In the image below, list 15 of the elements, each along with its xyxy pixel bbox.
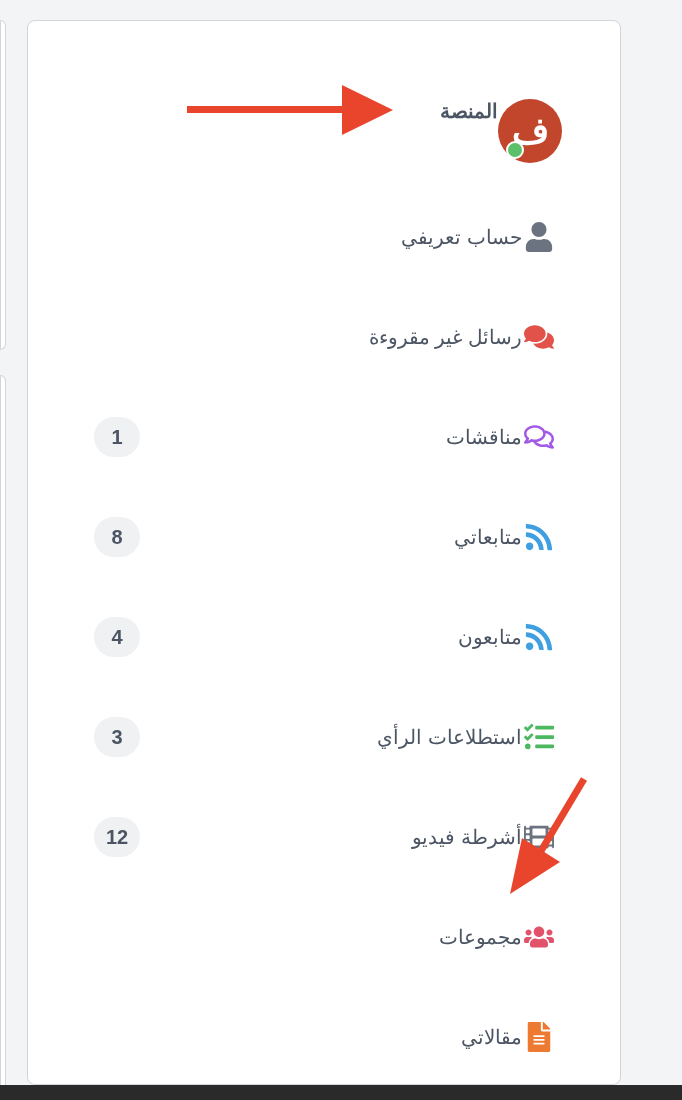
- count-badge: 8: [94, 517, 140, 557]
- count-badge: 12: [94, 817, 141, 857]
- menu-item[interactable]: استطلاعات الرأي: [377, 722, 562, 752]
- menu-item[interactable]: رسائل غير مقروءة: [368, 322, 562, 352]
- menu-item[interactable]: حساب تعريفي: [401, 222, 562, 252]
- menu-item[interactable]: متابعون: [458, 622, 562, 652]
- count-badge: 3: [94, 717, 140, 757]
- menu-item[interactable]: متابعاتي: [454, 522, 562, 552]
- menu-item[interactable]: مجموعات: [439, 922, 562, 952]
- count-badge: 4: [94, 617, 140, 657]
- avatar[interactable]: ف: [498, 99, 562, 163]
- count-badge: 1: [94, 417, 140, 457]
- menu-item[interactable]: مناقشات: [446, 422, 562, 452]
- card-title: المنصة: [440, 99, 498, 124]
- menu-item[interactable]: مقالاتي: [461, 1022, 562, 1052]
